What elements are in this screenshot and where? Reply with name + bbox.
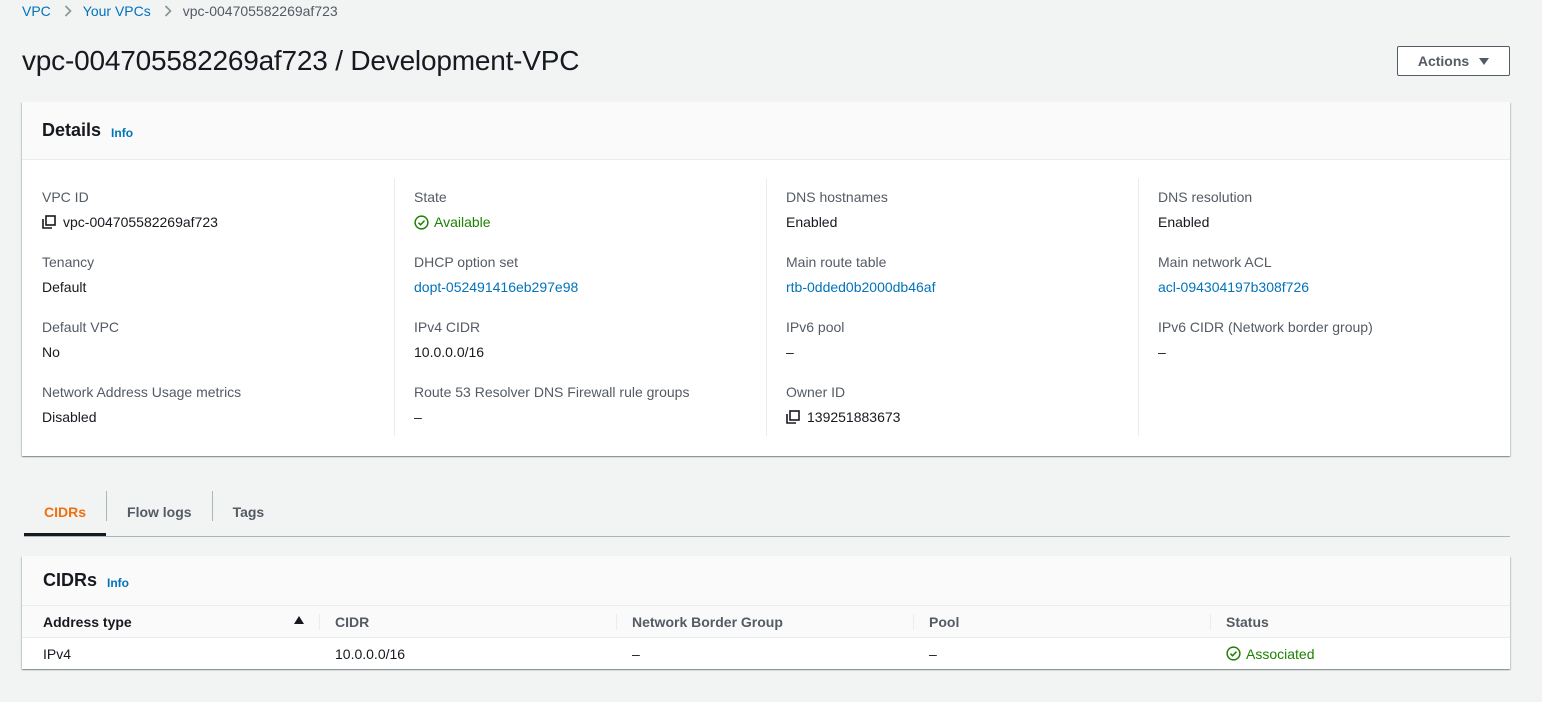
column-header-pool[interactable]: Pool	[913, 606, 1210, 638]
tab-flow-logs[interactable]: Flow logs	[107, 490, 212, 534]
column-header-network-border-group[interactable]: Network Border Group	[616, 606, 913, 638]
owner-id-wrap: 139251883673	[786, 408, 1118, 426]
details-column: DNS resolution Enabled Main network ACL …	[1138, 161, 1510, 456]
column-header-cidr[interactable]: CIDR	[319, 606, 616, 638]
field-label: Main network ACL	[1158, 254, 1272, 270]
field-label: DHCP option set	[414, 254, 519, 270]
tenancy-value: Default	[42, 279, 87, 295]
field-label: Default VPC	[42, 319, 120, 335]
state-value-wrap: Available	[414, 213, 746, 231]
actions-button[interactable]: Actions	[1397, 46, 1510, 76]
chevron-right-icon	[61, 4, 75, 18]
field-ipv6-pool: IPv6 pool –	[786, 318, 1118, 383]
copy-icon[interactable]	[42, 215, 56, 229]
field-value-wrap: vpc-004705582269af723	[42, 213, 374, 231]
cidrs-panel: CIDRs Info Address type CIDR Network Bor…	[22, 556, 1510, 669]
cell-network-border-group: –	[632, 645, 640, 662]
field-label: Network Address Usage metrics	[42, 384, 242, 400]
main-route-table-link[interactable]: rtb-0dded0b2000db46af	[786, 278, 1118, 296]
field-dns-resolution: DNS resolution Enabled	[1158, 188, 1490, 253]
ipv4-cidr-value: 10.0.0.0/16	[414, 344, 485, 360]
r53-firewall-value: –	[414, 409, 422, 425]
field-default-vpc: Default VPC No	[42, 318, 374, 383]
cell-status: Associated	[1210, 638, 1510, 670]
field-label: VPC ID	[42, 189, 89, 205]
tab-list: CIDRs Flow logs Tags	[24, 490, 1510, 537]
nau-metrics-value: Disabled	[42, 409, 97, 425]
table-row: IPv4 10.0.0.0/16 – – Associated	[22, 638, 1510, 670]
ipv6-pool-value: –	[786, 344, 794, 360]
check-circle-icon	[414, 214, 429, 230]
main-network-acl-link[interactable]: acl-094304197b308f726	[1158, 278, 1490, 296]
field-label: IPv6 CIDR (Network border group)	[1158, 319, 1373, 335]
field-dhcp: DHCP option set dopt-052491416eb297e98	[414, 253, 746, 318]
default-vpc-value: No	[42, 344, 60, 360]
field-label: Route 53 Resolver DNS Firewall rule grou…	[414, 384, 690, 400]
chevron-right-icon	[161, 4, 175, 18]
check-circle-icon	[1226, 646, 1241, 661]
field-label: Owner ID	[786, 384, 846, 400]
copy-icon[interactable]	[786, 410, 800, 424]
details-column: State Available DHCP option set dopt-052…	[394, 161, 766, 456]
column-header-label: Address type	[43, 613, 132, 630]
state-value: Available	[434, 214, 491, 230]
sort-ascending-icon[interactable]	[294, 616, 304, 624]
field-label: Main route table	[786, 254, 887, 270]
field-label: DNS hostnames	[786, 189, 888, 205]
cell-address-type: IPv4	[43, 645, 72, 662]
field-label: IPv4 CIDR	[414, 319, 481, 335]
field-main-route-table: Main route table rtb-0dded0b2000db46af	[786, 253, 1118, 318]
field-ipv4-cidr: IPv4 CIDR 10.0.0.0/16	[414, 318, 746, 383]
field-owner-id: Owner ID 139251883673	[786, 383, 1118, 448]
details-column: DNS hostnames Enabled Main route table r…	[766, 161, 1138, 456]
cidrs-title: CIDRs	[43, 570, 98, 590]
field-vpc-id: VPC ID vpc-004705582269af723	[42, 188, 374, 253]
dhcp-option-set-link[interactable]: dopt-052491416eb297e98	[414, 278, 746, 296]
field-label: DNS resolution	[1158, 189, 1253, 205]
page-title: vpc-004705582269af723 / Development-VPC	[22, 45, 580, 76]
field-label: Tenancy	[42, 254, 95, 270]
field-label: IPv6 pool	[786, 319, 845, 335]
details-header: Details Info	[22, 102, 1510, 160]
field-label: State	[414, 189, 447, 205]
cidrs-header: CIDRs Info	[22, 556, 1510, 605]
caret-down-icon	[1479, 57, 1490, 65]
breadcrumb-your-vpcs[interactable]: Your VPCs	[83, 3, 151, 19]
details-column: VPC ID vpc-004705582269af723 Tenancy Def…	[22, 161, 394, 456]
cidrs-table: Address type CIDR Network Border Group P…	[22, 605, 1510, 670]
tab-tags[interactable]: Tags	[213, 490, 285, 534]
cidrs-info-link[interactable]: Info	[107, 576, 129, 590]
cell-pool: –	[929, 645, 937, 662]
table-header-row: Address type CIDR Network Border Group P…	[22, 605, 1510, 638]
field-nau-metrics: Network Address Usage metrics Disabled	[42, 383, 374, 448]
details-grid: VPC ID vpc-004705582269af723 Tenancy Def…	[22, 161, 1510, 456]
vpc-id-value: vpc-004705582269af723	[63, 214, 218, 230]
dns-hostnames-value: Enabled	[786, 214, 838, 230]
cell-cidr: 10.0.0.0/16	[335, 645, 406, 662]
column-header-status[interactable]: Status	[1210, 606, 1510, 638]
field-tenancy: Tenancy Default	[42, 253, 374, 318]
details-panel: Details Info VPC ID vpc-004705582269af72…	[22, 102, 1510, 456]
field-r53-firewall: Route 53 Resolver DNS Firewall rule grou…	[414, 383, 746, 448]
status-value: Associated	[1246, 645, 1315, 662]
dns-resolution-value: Enabled	[1158, 214, 1210, 230]
breadcrumb: VPC Your VPCs vpc-004705582269af723	[22, 3, 338, 19]
actions-button-label: Actions	[1417, 53, 1470, 69]
details-info-link[interactable]: Info	[111, 126, 133, 140]
status-wrap: Associated	[1226, 646, 1510, 662]
field-dns-hostnames: DNS hostnames Enabled	[786, 188, 1118, 253]
column-header-address-type[interactable]: Address type	[22, 606, 319, 638]
breadcrumb-vpc[interactable]: VPC	[22, 3, 51, 19]
details-title: Details	[42, 120, 102, 140]
tab-cidrs[interactable]: CIDRs	[24, 490, 107, 536]
breadcrumb-current: vpc-004705582269af723	[182, 3, 338, 19]
ipv6-cidr-value: –	[1158, 344, 1166, 360]
field-state: State Available	[414, 188, 746, 253]
field-ipv6-cidr: IPv6 CIDR (Network border group) –	[1158, 318, 1490, 383]
owner-id-value: 139251883673	[807, 409, 901, 425]
field-main-network-acl: Main network ACL acl-094304197b308f726	[1158, 253, 1490, 318]
